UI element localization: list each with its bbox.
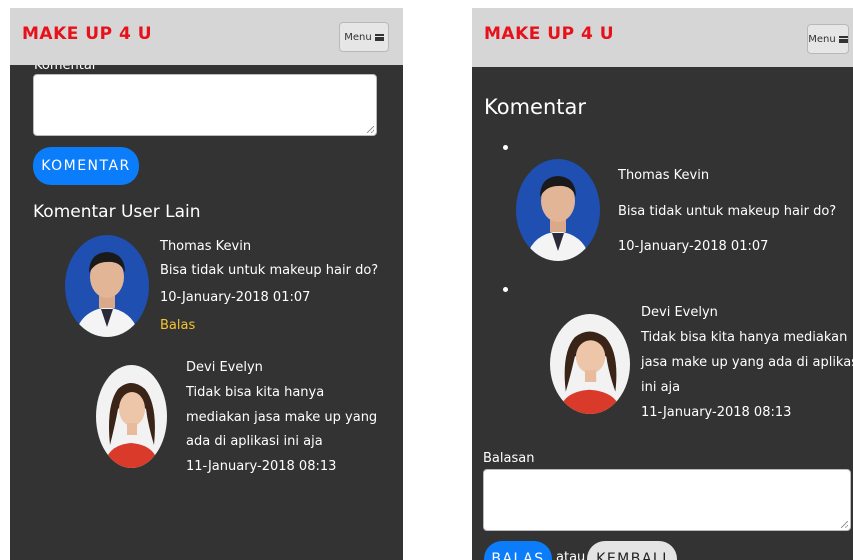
list-bullet (503, 145, 508, 150)
hamburger-icon (374, 33, 384, 41)
comment-date: 10-January-2018 01:07 (160, 290, 311, 305)
comment-text-line: ada di aplikasi ini aja (186, 434, 323, 449)
comment-text-line: jasa make up yang ada di aplikasi (641, 355, 853, 370)
comment-submit-button[interactable]: KOMENTAR (33, 147, 139, 185)
navbar: MAKE UP 4 U Menu (472, 8, 853, 67)
reply-textarea[interactable] (483, 469, 851, 531)
comment-author: Devi Evelyn (186, 360, 263, 375)
comment-author: Devi Evelyn (641, 305, 718, 320)
menu-button-label: Menu (808, 33, 836, 45)
comment-date: 11-January-2018 08:13 (641, 405, 792, 420)
left-screen: Komentar MAKE UP 4 U Menu KOMENTAR Komen… (10, 8, 403, 560)
list-bullet (503, 287, 508, 292)
or-text: atau (556, 550, 586, 560)
reply-submit-button[interactable]: BALAS (484, 541, 552, 560)
menu-button[interactable]: Menu (807, 24, 849, 54)
comment-text: Bisa tidak untuk makeup hair do? (160, 263, 379, 278)
menu-button-label: Menu (344, 31, 372, 43)
avatar-photo-male (65, 235, 149, 337)
comment-author: Thomas Kevin (618, 168, 710, 183)
comment-text-line: Tidak bisa kita hanya mediakan (641, 330, 848, 345)
navbar: MAKE UP 4 U Menu (10, 8, 403, 65)
menu-button[interactable]: Menu (339, 22, 389, 52)
right-screen: MAKE UP 4 U Menu Komentar Thomas Kevin B… (472, 8, 853, 560)
hamburger-icon (838, 35, 848, 43)
resize-grip-icon[interactable] (367, 126, 374, 133)
avatar-photo-female (96, 365, 167, 468)
other-comments-title: Komentar User Lain (33, 202, 201, 222)
comment-date: 10-January-2018 01:07 (618, 239, 769, 254)
back-button[interactable]: KEMBALI (587, 541, 677, 560)
brand-logo[interactable]: MAKE UP 4 U (484, 24, 614, 44)
comment-date: 11-January-2018 08:13 (186, 459, 337, 474)
reply-label: Balasan (483, 451, 535, 466)
comment-textarea[interactable] (33, 74, 377, 136)
comment-text-line: ini aja (641, 380, 681, 395)
avatar-devi-evelyn (96, 365, 167, 468)
brand-logo[interactable]: MAKE UP 4 U (22, 24, 152, 44)
avatar-photo-female (550, 314, 630, 414)
avatar-devi-evelyn (550, 314, 630, 414)
comment-text: Bisa tidak untuk makeup hair do? (618, 204, 837, 219)
comment-author: Thomas Kevin (160, 239, 252, 254)
avatar-thomas-kevin (516, 159, 600, 261)
resize-grip-icon[interactable] (841, 521, 848, 528)
comment-text-line: mediakan jasa make up yang (186, 410, 378, 425)
avatar-thomas-kevin (65, 235, 149, 337)
reply-link[interactable]: Balas (160, 315, 195, 337)
comment-text-line: Tidak bisa kita hanya (186, 385, 325, 400)
page-title: Komentar (484, 95, 586, 119)
avatar-photo-male (516, 159, 600, 261)
